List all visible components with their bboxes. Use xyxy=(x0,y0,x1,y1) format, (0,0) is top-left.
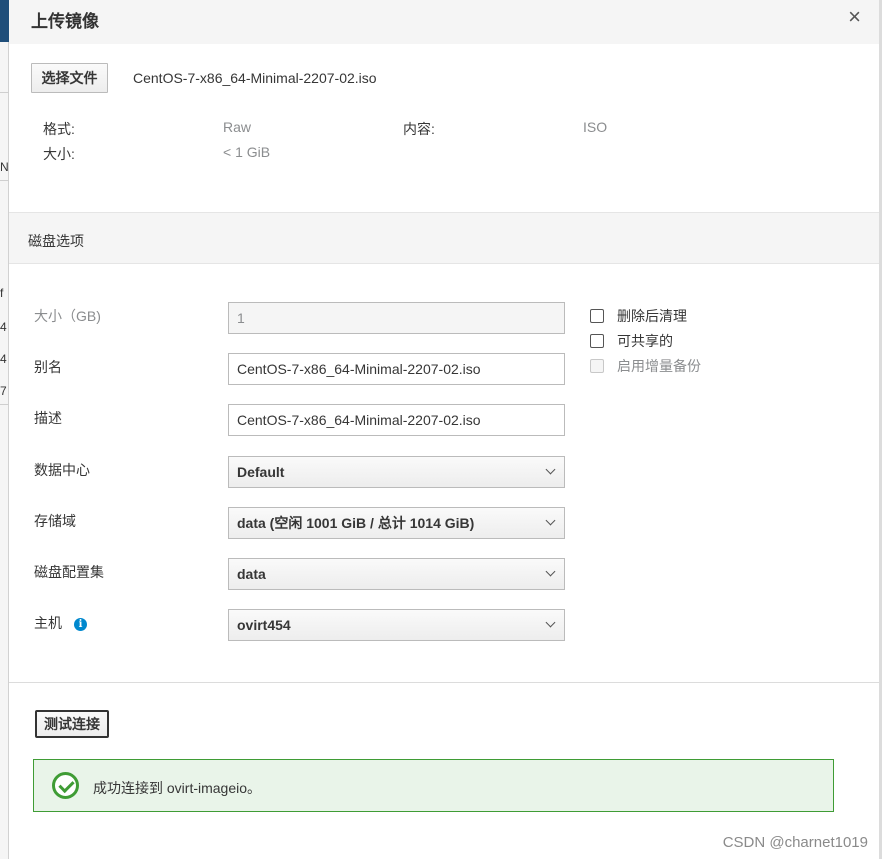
content-value: ISO xyxy=(583,119,608,135)
chevron-down-icon xyxy=(545,566,556,577)
format-label: 格式: xyxy=(43,121,75,137)
dialog-header: 上传镜像 × xyxy=(9,0,879,44)
disk-profile-select[interactable]: data xyxy=(228,558,565,590)
chevron-down-icon xyxy=(545,515,556,526)
shareable-label: 可共享的 xyxy=(617,333,673,349)
host-label: 主机 i xyxy=(34,613,87,633)
section-title: 磁盘选项 xyxy=(28,233,84,249)
chevron-down-icon xyxy=(545,464,556,475)
size-info-label: 大小: xyxy=(43,146,75,162)
incremental-backup-checkbox: 启用增量备份 xyxy=(590,356,701,376)
close-icon[interactable]: × xyxy=(848,4,861,30)
background-text: 4 xyxy=(0,320,7,334)
check-circle-icon xyxy=(52,772,79,799)
background-text: f xyxy=(0,286,4,300)
size-input[interactable] xyxy=(228,302,565,334)
wipe-after-delete-label: 删除后清理 xyxy=(617,308,687,324)
checkbox-box[interactable] xyxy=(590,309,604,323)
background-app-edge: N f 4 4 7 xyxy=(0,0,9,859)
wipe-after-delete-checkbox[interactable]: 删除后清理 xyxy=(590,306,687,326)
background-text: N xyxy=(0,160,9,174)
storage-domain-select[interactable]: data (空闲 1001 GiB / 总计 1014 GiB) xyxy=(228,507,565,539)
watermark: CSDN @charnet1019 xyxy=(722,834,868,851)
host-selected-value: ovirt454 xyxy=(237,617,291,633)
host-select[interactable]: ovirt454 xyxy=(228,609,565,641)
success-message: 成功连接到 ovirt-imageio。 xyxy=(93,780,262,796)
section-divider xyxy=(9,682,879,683)
incremental-backup-label: 启用增量备份 xyxy=(617,358,701,374)
checkbox-box xyxy=(590,359,604,373)
alias-label: 别名 xyxy=(34,359,62,375)
background-text: 4 xyxy=(0,352,7,366)
disk-profile-selected-value: data xyxy=(237,566,266,582)
format-value: Raw xyxy=(223,119,252,135)
description-label: 描述 xyxy=(34,410,62,426)
checkbox-box[interactable] xyxy=(590,334,604,348)
size-info-value: < 1 GiB xyxy=(223,144,271,160)
host-label-text: 主机 xyxy=(34,615,62,631)
background-divider xyxy=(0,404,9,405)
alias-input[interactable] xyxy=(228,353,565,385)
info-icon[interactable]: i xyxy=(74,618,87,631)
storage-domain-label: 存储域 xyxy=(34,513,76,529)
chevron-down-icon xyxy=(545,617,556,628)
selected-file-name: CentOS-7-x86_64-Minimal-2207-02.iso xyxy=(133,70,377,86)
datacenter-label: 数据中心 xyxy=(34,462,90,478)
background-divider xyxy=(0,92,9,93)
upload-image-dialog: 上传镜像 × 选择文件 CentOS-7-x86_64-Minimal-2207… xyxy=(9,0,879,859)
background-text: 7 xyxy=(0,384,7,398)
dialog-title: 上传镜像 xyxy=(31,12,99,31)
success-alert: 成功连接到 ovirt-imageio。 xyxy=(33,759,834,812)
background-divider xyxy=(0,180,9,181)
size-label: 大小（GB) xyxy=(34,308,101,324)
background-header-bar xyxy=(0,0,9,42)
choose-file-button[interactable]: 选择文件 xyxy=(31,63,108,93)
storage-domain-selected-value: data (空闲 1001 GiB / 总计 1014 GiB) xyxy=(237,515,475,531)
disk-options-section-header: 磁盘选项 xyxy=(9,212,879,264)
datacenter-select[interactable]: Default xyxy=(228,456,565,488)
test-connection-button[interactable]: 测试连接 xyxy=(35,710,109,738)
shareable-checkbox[interactable]: 可共享的 xyxy=(590,331,673,351)
disk-profile-label: 磁盘配置集 xyxy=(34,564,104,580)
description-input[interactable] xyxy=(228,404,565,436)
content-label: 内容: xyxy=(403,121,435,137)
datacenter-selected-value: Default xyxy=(237,464,285,480)
